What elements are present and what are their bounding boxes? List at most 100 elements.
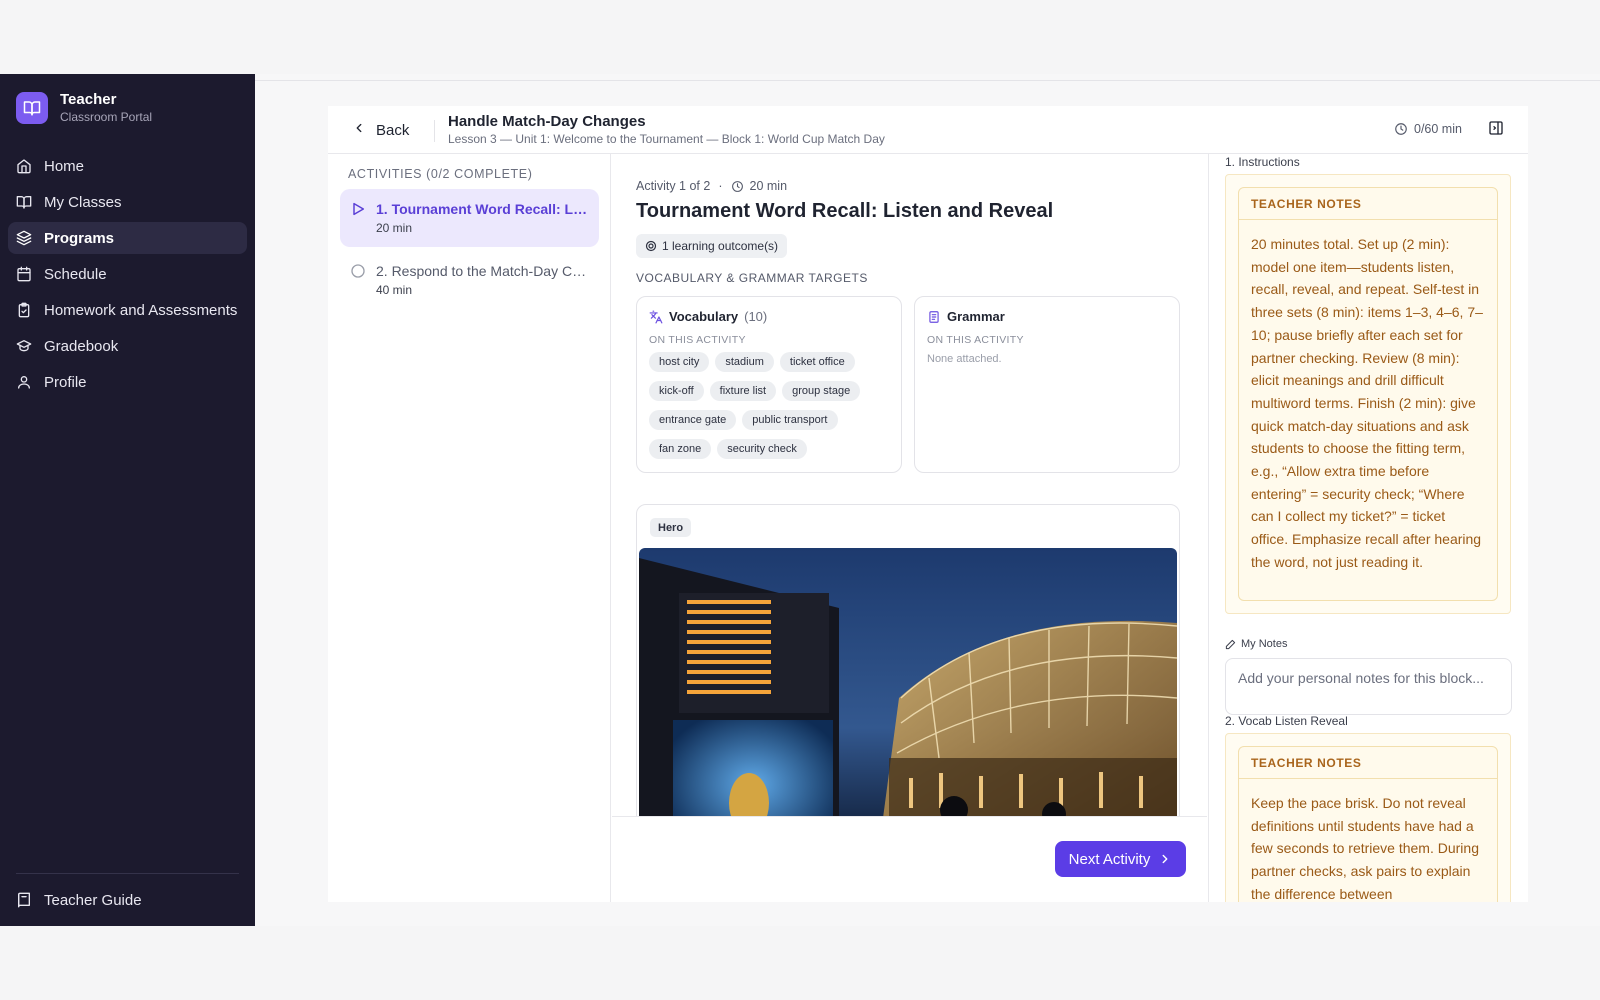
back-label: Back (376, 121, 410, 139)
sidebar-item-schedule[interactable]: Schedule (8, 258, 247, 290)
clock-icon (731, 180, 744, 193)
teacher-notes-box: TEACHER NOTES 20 minutes total. Set up (… (1238, 187, 1498, 601)
sidebar-item-label: My Classes (44, 193, 122, 211)
vocab-chip: stadium (715, 352, 774, 372)
activity-content: Activity 1 of 2 · 20 min Tournament Word… (612, 154, 1207, 902)
teacher-notes-heading: TEACHER NOTES (1239, 747, 1497, 779)
layers-icon (16, 230, 32, 246)
vocabulary-title: Vocabulary (669, 309, 739, 324)
grammar-card: Grammar ON THIS ACTIVITY None attached. (914, 296, 1180, 473)
sidebar-item-label: Schedule (44, 265, 107, 283)
activity-item[interactable]: 1. Tournament Word Recall: Listen and Re… (340, 189, 599, 247)
sidebar-item-label: Home (44, 157, 85, 175)
vocabulary-card: Vocabulary (10) ON THIS ACTIVITY host ci… (636, 296, 902, 473)
vocab-chip: entrance gate (649, 410, 737, 430)
panel-right-icon (1488, 120, 1504, 141)
sidebar: Teacher Classroom Portal Home My Classes… (0, 74, 255, 926)
brand-title: Teacher (60, 91, 117, 108)
sidebar-nav: Home My Classes Programs Schedule Homewo… (8, 150, 247, 402)
calendar-icon (16, 266, 32, 282)
sidebar-item-profile[interactable]: Profile (8, 366, 247, 398)
home-icon (16, 158, 32, 174)
vocab-chip: fixture list (709, 381, 777, 401)
my-notes-title: My Notes (1241, 638, 1288, 650)
my-notes-input[interactable] (1225, 658, 1512, 715)
book-logo-icon (16, 92, 48, 124)
document-icon (927, 310, 941, 324)
activities-heading: ACTIVITIES (0/2 COMPLETE) (348, 167, 533, 181)
teacher-notes-box: TEACHER NOTES Keep the pace brisk. Do no… (1238, 746, 1498, 902)
back-button[interactable]: Back (352, 118, 409, 142)
breadcrumb: Lesson 3 — Unit 1: Welcome to the Tourna… (448, 132, 885, 146)
vocab-chip: ticket office (779, 352, 855, 372)
grammar-subheading: ON THIS ACTIVITY (927, 334, 1024, 346)
pencil-icon (1225, 639, 1236, 650)
activity-title: Tournament Word Recall: Listen and Revea… (636, 200, 1054, 222)
outcomes-badge[interactable]: 1 learning outcome(s) (636, 234, 788, 258)
activity-item[interactable]: 2. Respond to the Match-Day Changes 40 m… (340, 251, 599, 309)
outcomes-label: 1 learning outcome(s) (662, 239, 779, 253)
activity-meta: Activity 1 of 2 · 20 min (636, 179, 787, 193)
lesson-timer: 0/60 min (1394, 122, 1462, 136)
sidebar-item-gradebook[interactable]: Gradebook (8, 330, 247, 362)
play-icon (350, 201, 366, 217)
activity-duration: 20 min (376, 221, 413, 235)
sidebar-item-label: Programs (44, 229, 115, 247)
circle-icon (350, 263, 366, 279)
activity-position: Activity 1 of 2 (636, 179, 711, 193)
lesson-panel: Back Handle Match-Day Changes Lesson 3 —… (328, 106, 1528, 902)
vocab-reveal-section: TEACHER NOTES Keep the pace brisk. Do no… (1225, 733, 1511, 902)
section-title: 2. Vocab Listen Reveal (1225, 714, 1348, 728)
teacher-notes-text: Keep the pace brisk. Do not reveal defin… (1251, 795, 1479, 902)
activity-duration: 20 min (749, 179, 788, 193)
sidebar-item-label: Homework and Assessments (44, 301, 238, 319)
vocabulary-count: (10) (744, 309, 768, 324)
sidebar-item-programs[interactable]: Programs (8, 222, 247, 254)
main-area: Back Handle Match-Day Changes Lesson 3 —… (255, 74, 1600, 926)
vocab-chip: security check (717, 439, 807, 459)
vocab-chip: group stage (782, 381, 861, 401)
divider (255, 80, 1600, 81)
vocab-chip: kick-off (649, 381, 704, 401)
sidebar-item-homework[interactable]: Homework and Assessments (8, 294, 247, 326)
chevron-left-icon (352, 121, 366, 139)
my-notes-label: My Notes (1225, 638, 1287, 650)
target-icon (645, 240, 657, 252)
book-open-icon (16, 194, 32, 210)
vocab-chip: fan zone (649, 439, 712, 459)
activities-list: ACTIVITIES (0/2 COMPLETE) 1. Tournament … (328, 154, 611, 902)
vocab-chip: public transport (742, 410, 838, 430)
sidebar-divider (16, 873, 239, 874)
lesson-header: Back Handle Match-Day Changes Lesson 3 —… (328, 106, 1528, 154)
teacher-guide-link[interactable]: Teacher Guide (8, 884, 247, 916)
sidebar-item-home[interactable]: Home (8, 150, 247, 182)
grammar-empty: None attached. (927, 353, 1002, 365)
hero-tag: Hero (650, 518, 692, 537)
activity-footer: Next Activity (612, 816, 1207, 902)
teacher-notes-heading: TEACHER NOTES (1239, 188, 1497, 220)
vocabulary-chips: host city stadium ticket office kick-off… (649, 352, 894, 468)
teacher-guide-label: Teacher Guide (44, 891, 142, 909)
top-bar (0, 0, 1600, 74)
notes-panel: 1. Instructions TEACHER NOTES 20 minutes… (1208, 154, 1528, 902)
brand-subtitle: Classroom Portal (60, 110, 153, 124)
graduation-cap-icon (16, 338, 32, 354)
translate-icon (649, 310, 663, 324)
next-activity-button[interactable]: Next Activity (1055, 841, 1186, 877)
activity-title: 2. Respond to the Match-Day Changes (376, 263, 589, 279)
vocabulary-subheading: ON THIS ACTIVITY (649, 334, 746, 346)
grammar-title: Grammar (947, 309, 1005, 324)
next-activity-label: Next Activity (1068, 850, 1151, 868)
clock-icon (1394, 122, 1408, 136)
sidebar-item-label: Gradebook (44, 337, 119, 355)
sidebar-item-my-classes[interactable]: My Classes (8, 186, 247, 218)
panel-toggle-button[interactable] (1486, 120, 1506, 140)
sidebar-item-label: Profile (44, 373, 87, 391)
book-icon (16, 892, 32, 908)
page-title: Handle Match-Day Changes (448, 113, 646, 130)
activity-title: 1. Tournament Word Recall: Listen and Re… (376, 201, 589, 217)
vocab-chip: host city (649, 352, 710, 372)
section-title: 1. Instructions (1225, 155, 1300, 169)
activity-duration: 40 min (376, 283, 413, 297)
brand: Teacher Classroom Portal (16, 91, 152, 125)
